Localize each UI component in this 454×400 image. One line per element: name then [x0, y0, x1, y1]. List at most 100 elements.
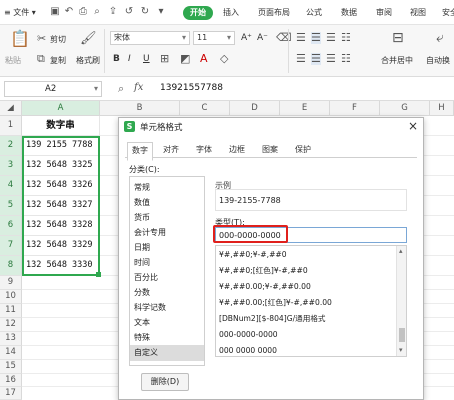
category-item[interactable]: 时间	[130, 255, 204, 271]
align-middle-icon[interactable]: ☰	[311, 32, 321, 44]
format-painter-icon[interactable]: 🖌	[80, 32, 97, 45]
export-icon[interactable]: ⇪	[108, 6, 118, 17]
merge-center-icon[interactable]: ⊟	[392, 31, 404, 45]
justify-icon[interactable]: ☷	[341, 53, 351, 65]
redo-icon[interactable]: ↻	[140, 6, 150, 17]
data-cell[interactable]: 132 5648 3325	[22, 156, 100, 176]
row-header[interactable]: 4	[0, 176, 22, 196]
undo-icon[interactable]: ↺	[124, 6, 134, 17]
italic-button[interactable]: I	[128, 54, 131, 64]
tab-insert[interactable]: 插入	[223, 0, 239, 25]
font-name-select[interactable]: 宋体 ▾	[110, 31, 190, 45]
row-header[interactable]: 16	[0, 374, 22, 387]
fx-icon[interactable]: fx	[134, 82, 143, 93]
format-item[interactable]: ¥#,##0;¥-#,##0	[216, 246, 394, 263]
type-input[interactable]: 000-0000-0000	[215, 227, 407, 243]
row-header[interactable]: 17	[0, 387, 22, 400]
tab-start[interactable]: 开始	[183, 6, 213, 20]
tab-formulas[interactable]: 公式	[306, 0, 322, 25]
format-item[interactable]: ¥#,##0;[红色]¥-#,##0	[216, 262, 394, 279]
formula-input[interactable]: 13921557788	[160, 83, 223, 93]
merge-center-button[interactable]: 合并居中	[381, 55, 413, 66]
tab-page-layout[interactable]: 页面布局	[258, 0, 290, 25]
align-right-icon[interactable]: ☰	[326, 53, 336, 65]
tab-view[interactable]: 视图	[410, 0, 426, 25]
save-icon[interactable]: ▣	[50, 6, 60, 17]
fill-color-icon[interactable]: ◩	[180, 53, 190, 65]
row-header[interactable]: 7	[0, 236, 22, 256]
format-item[interactable]: 000-0000-0000	[216, 326, 394, 343]
category-item[interactable]: 百分比	[130, 270, 204, 286]
column-header-c[interactable]: C	[180, 101, 230, 116]
tab-review[interactable]: 审阅	[376, 0, 392, 25]
row-header[interactable]: 6	[0, 216, 22, 236]
align-center-icon[interactable]: ☰	[311, 53, 321, 65]
select-all-corner[interactable]: ◢	[0, 101, 22, 116]
format-list-scrollbar[interactable]: ▴ ▾	[396, 246, 406, 356]
copy-icon[interactable]: ⧉	[37, 53, 45, 65]
row-header[interactable]: 11	[0, 304, 22, 318]
category-item[interactable]: 数值	[130, 195, 204, 211]
bold-button[interactable]: B	[113, 54, 120, 64]
shrink-font-button[interactable]: A⁻	[257, 33, 268, 43]
wrap-text-icon[interactable]: ⤶	[436, 31, 444, 45]
name-box[interactable]: A2 ▾	[4, 81, 102, 97]
delete-button[interactable]: 删除(D)	[141, 373, 189, 391]
row-header[interactable]: 10	[0, 290, 22, 304]
close-icon[interactable]: ×	[408, 119, 418, 133]
zoom-icon[interactable]: ⌕	[118, 82, 124, 96]
tab-number[interactable]: 数字	[127, 142, 153, 161]
format-item[interactable]: ¥#,##0.00;¥-#,##0.00	[216, 278, 394, 295]
data-cell[interactable]: 132 5648 3329	[22, 236, 100, 256]
row-header[interactable]: 1	[0, 116, 22, 136]
print-preview-icon[interactable]: ⌕	[92, 6, 102, 17]
row-header[interactable]: 9	[0, 276, 22, 290]
scroll-up-icon[interactable]: ▴	[399, 247, 403, 255]
paste-label[interactable]: 粘贴	[5, 55, 21, 66]
column-header-g[interactable]: G	[380, 101, 430, 116]
align-top-icon[interactable]: ☰	[296, 32, 306, 44]
row-header[interactable]: 12	[0, 318, 22, 332]
paste-icon[interactable]: 📋	[10, 31, 30, 47]
scroll-down-icon[interactable]: ▾	[399, 346, 403, 354]
row-header[interactable]: 3	[0, 156, 22, 176]
tab-security[interactable]: 安全	[442, 0, 454, 25]
tab-font[interactable]: 字体	[192, 142, 216, 158]
category-item-selected[interactable]: 自定义	[130, 345, 204, 361]
row-header[interactable]: 15	[0, 360, 22, 374]
category-item[interactable]: 文本	[130, 315, 204, 331]
data-cell[interactable]: 132 5648 3330	[22, 256, 100, 276]
tab-border[interactable]: 边框	[225, 142, 249, 158]
column-header-d[interactable]: D	[230, 101, 280, 116]
column-header-b[interactable]: B	[100, 101, 180, 116]
category-item[interactable]: 会计专用	[130, 225, 204, 241]
grow-font-button[interactable]: A⁺	[241, 33, 252, 43]
data-cell[interactable]: 132 5648 3327	[22, 196, 100, 216]
tab-data[interactable]: 数据	[341, 0, 357, 25]
font-color-icon[interactable]: A	[200, 53, 208, 65]
scrollbar-thumb[interactable]	[399, 328, 405, 342]
format-item[interactable]: ¥#,##0.00;[红色]¥-#,##0.00	[216, 294, 394, 311]
category-item[interactable]: 货币	[130, 210, 204, 226]
more-format-icon[interactable]: ◇	[220, 53, 228, 65]
fill-handle[interactable]	[96, 272, 101, 277]
border-icon[interactable]: ⊞	[160, 53, 169, 65]
category-item[interactable]: 科学记数	[130, 300, 204, 316]
format-painter-button[interactable]: 格式刷	[76, 55, 100, 66]
cut-button[interactable]: 剪切	[50, 34, 66, 45]
file-menu[interactable]: ≡ 文件 ▾	[4, 0, 36, 25]
dialog-title-bar[interactable]: S 单元格格式 ×	[119, 118, 423, 136]
indent-icon[interactable]: ☷	[341, 32, 351, 44]
row-header[interactable]: 5	[0, 196, 22, 216]
clear-format-icon[interactable]: ⌫	[276, 32, 292, 44]
tab-alignment[interactable]: 对齐	[159, 142, 183, 158]
format-list[interactable]: ¥#,##0;¥-#,##0 ¥#,##0;[红色]¥-#,##0 ¥#,##0…	[215, 245, 407, 357]
row-header[interactable]: 14	[0, 346, 22, 360]
data-cell[interactable]: 132 5648 3328	[22, 216, 100, 236]
column-header-e[interactable]: E	[280, 101, 330, 116]
format-item[interactable]: [DBNum2][$-804]G/通用格式	[216, 310, 394, 327]
format-item[interactable]: 000 0000 0000	[216, 342, 394, 356]
undo-history-icon[interactable]: ↶	[64, 6, 74, 17]
font-size-select[interactable]: 11 ▾	[193, 31, 235, 45]
cut-icon[interactable]: ✂	[37, 33, 46, 45]
